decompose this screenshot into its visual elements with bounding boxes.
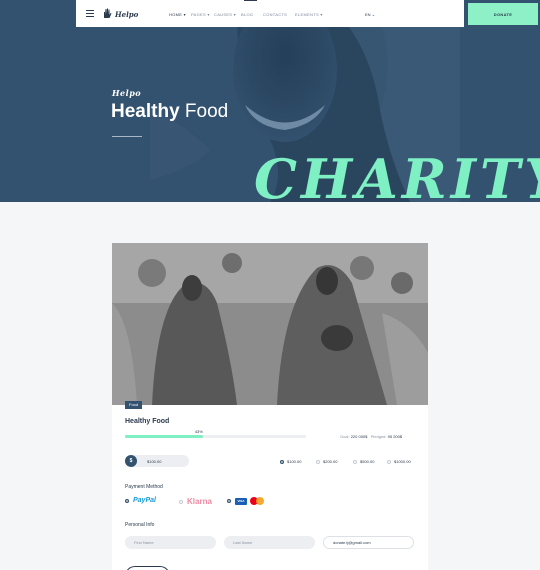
amount-option-100[interactable]: $100.00 bbox=[280, 459, 301, 464]
menu-label: HOME bbox=[169, 12, 183, 17]
menu-item-home[interactable]: HOME ▾ bbox=[169, 12, 186, 17]
personal-info-heading: Personal Info bbox=[125, 522, 155, 528]
payment-option-paypal[interactable]: PayPal bbox=[125, 497, 156, 504]
menu-item-blog[interactable]: BLOG bbox=[241, 12, 253, 17]
hero-divider bbox=[112, 136, 142, 137]
mastercard-icon bbox=[250, 497, 264, 505]
payment-method-heading: Payment Method bbox=[125, 484, 163, 490]
radio-icon bbox=[179, 499, 183, 504]
donate-button[interactable]: DONATE bbox=[468, 3, 538, 25]
goal-value: 220 000$ bbox=[350, 434, 368, 439]
visa-icon: VISA bbox=[235, 497, 247, 505]
hero-title-bold: Healthy bbox=[111, 101, 180, 122]
menu-label: ELEMENTS bbox=[295, 12, 319, 17]
progress-bar bbox=[125, 435, 306, 438]
amount-option-label: $500.00 bbox=[360, 459, 375, 464]
dollar-icon: $ bbox=[125, 455, 137, 467]
pledged-value: 95 200$ bbox=[387, 434, 403, 439]
active-menu-indicator bbox=[244, 0, 257, 1]
category-tag[interactable]: Food bbox=[125, 401, 143, 409]
goal-label: Goal: bbox=[340, 434, 350, 439]
first-name-field[interactable]: First Name bbox=[125, 536, 216, 549]
brand-logo-text[interactable]: Helpo bbox=[115, 10, 138, 19]
donation-card: Food Healthy Food 43% Goal: 220 000$ Ple… bbox=[112, 243, 428, 570]
menu-label: BLOG bbox=[241, 12, 254, 17]
amount-option-label: $1000.00 bbox=[394, 459, 411, 464]
progress-bar-fill bbox=[125, 435, 203, 438]
menu-label: CAUSES bbox=[214, 12, 233, 17]
language-selector[interactable]: EN ⌄ bbox=[365, 12, 375, 17]
menu-icon[interactable] bbox=[86, 10, 94, 19]
amount-option-label: $200.00 bbox=[323, 459, 338, 464]
radio-selected-icon bbox=[280, 459, 284, 464]
cause-photo bbox=[112, 243, 428, 405]
radio-selected-icon bbox=[125, 498, 129, 503]
chevron-down-icon: ⌄ bbox=[371, 12, 376, 17]
amount-option-200[interactable]: $200.00 bbox=[316, 459, 337, 464]
paypal-label: PayPal bbox=[133, 497, 156, 504]
hero-brand: Helpo bbox=[112, 88, 142, 98]
menu-item-pages[interactable]: PAGES ▾ bbox=[191, 12, 210, 17]
top-navbar: Helpo HOME ▾ PAGES ▾ CAUSES ▾ BLOG CONTA… bbox=[76, 0, 538, 27]
custom-amount-input[interactable]: $ $100.00 bbox=[125, 455, 189, 467]
payment-option-klarna[interactable]: Klarna bbox=[179, 497, 212, 506]
hero-big-word: CHARITY bbox=[254, 147, 540, 202]
amount-option-label: $100.00 bbox=[287, 459, 302, 464]
submit-button[interactable] bbox=[125, 566, 170, 570]
goal-pledged-info: Goal: 220 000$ Pledged: 95 200$ bbox=[340, 434, 402, 439]
amount-option-500[interactable]: $500.00 bbox=[353, 459, 374, 464]
menu-item-causes[interactable]: CAUSES ▾ bbox=[214, 12, 236, 17]
email-field[interactable]: donate.tj@gmail.com bbox=[323, 536, 414, 549]
amount-option-1000[interactable]: $1000.00 bbox=[387, 459, 411, 464]
payment-option-card[interactable]: VISA bbox=[227, 497, 264, 505]
hero-title: Healthy Food bbox=[111, 101, 228, 123]
radio-icon bbox=[387, 459, 391, 464]
radio-icon bbox=[316, 459, 320, 464]
progress-percent: 43% bbox=[194, 429, 203, 434]
radio-icon bbox=[353, 459, 357, 464]
menu-item-contacts[interactable]: CONTACTS bbox=[263, 12, 287, 17]
pledged-label: Pledged: bbox=[370, 434, 387, 439]
paypal-logo: PayPal bbox=[133, 497, 156, 504]
amount-value[interactable]: $100.00 bbox=[147, 459, 161, 464]
menu-label: PAGES bbox=[191, 12, 206, 17]
klarna-logo: Klarna bbox=[187, 497, 212, 506]
menu-item-elements[interactable]: ELEMENTS ▾ bbox=[295, 12, 323, 17]
hand-logo-icon bbox=[104, 8, 112, 18]
hero-banner: Helpo Healthy Food CHARITY bbox=[0, 0, 540, 202]
language-label: EN bbox=[365, 12, 371, 17]
menu-label: CONTACTS bbox=[263, 12, 288, 17]
hero-title-rest: Food bbox=[184, 101, 229, 122]
cause-title[interactable]: Healthy Food bbox=[125, 418, 169, 425]
last-name-field[interactable]: Last Name bbox=[224, 536, 315, 549]
radio-selected-icon bbox=[227, 499, 231, 503]
